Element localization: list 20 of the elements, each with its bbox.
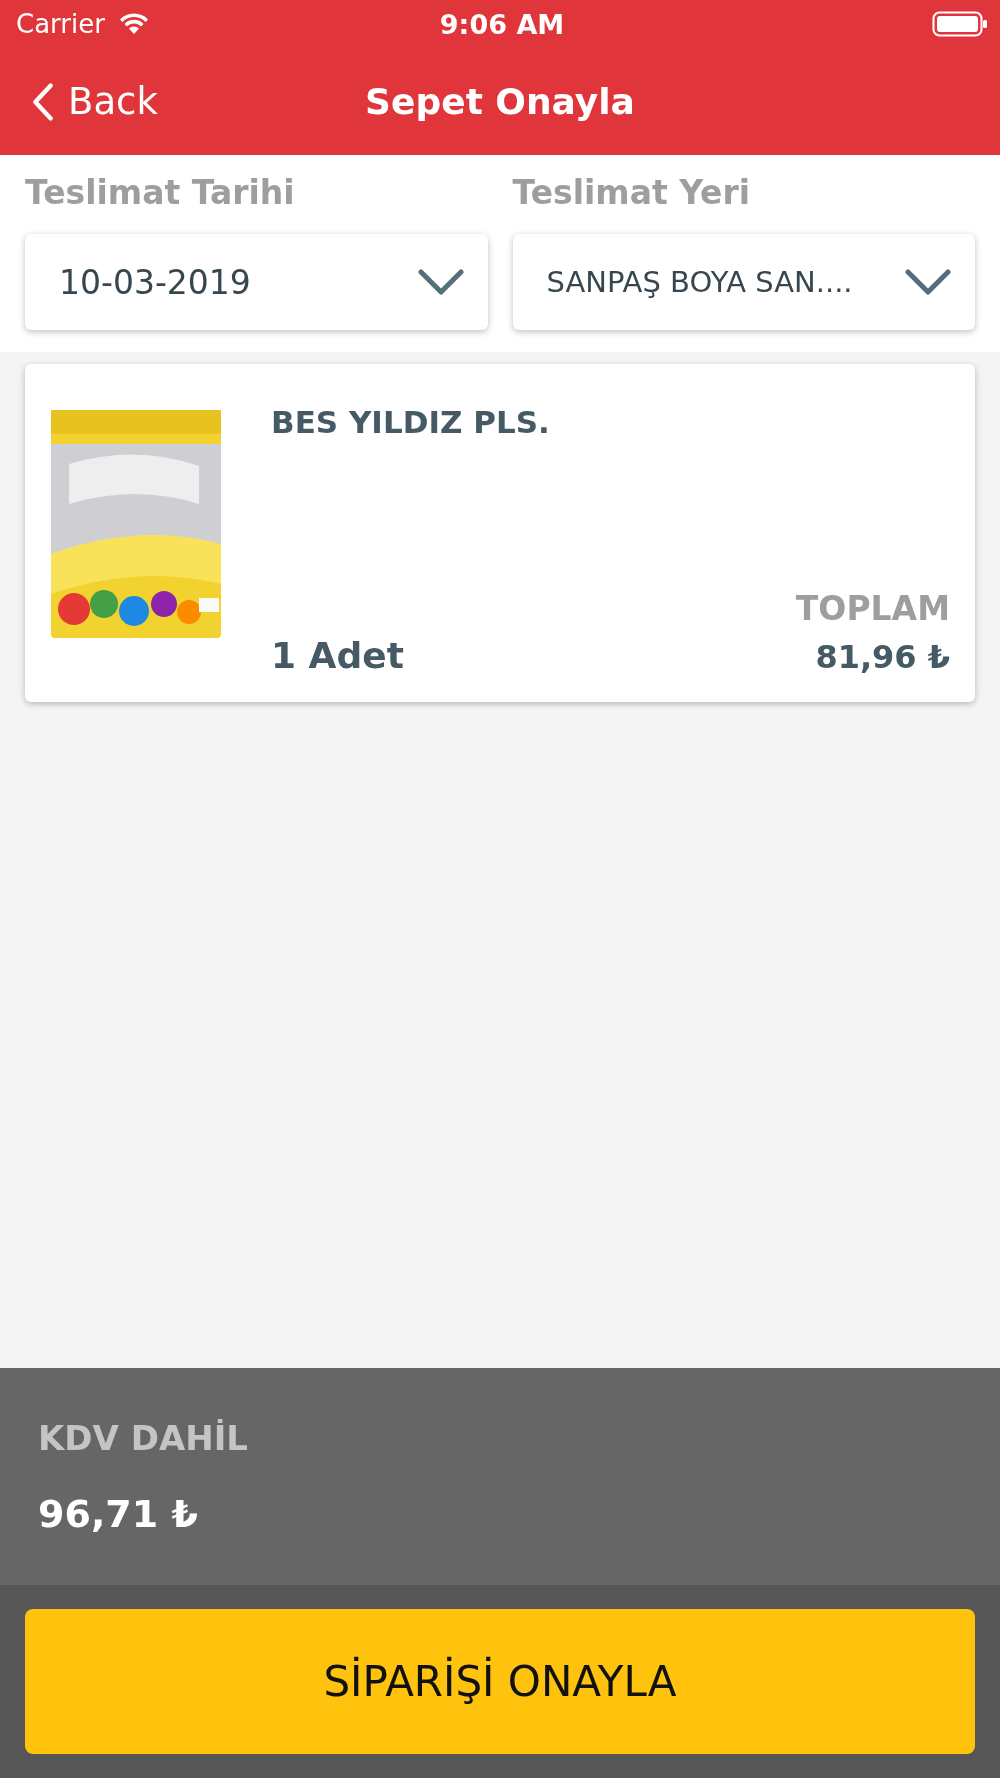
- confirm-order-button[interactable]: SİPARİŞİ ONAYLA: [25, 1609, 975, 1754]
- wifi-icon: [118, 13, 149, 35]
- status-time: 9:06 AM: [439, 8, 565, 40]
- field-label: Teslimat Tarihi: [25, 173, 296, 212]
- dropdown-field[interactable]: SANPAŞ BOYA SAN....: [512, 234, 975, 330]
- battery-icon: [932, 11, 988, 37]
- tax-label: KDV DAHİL: [38, 1418, 250, 1458]
- product-name: BES YILDIZ PLS.: [271, 404, 551, 440]
- dropdown-field[interactable]: 10-03-2019: [25, 234, 488, 330]
- back-button[interactable]: Back: [0, 80, 158, 123]
- screen-title: Sepet Onayla: [365, 81, 635, 122]
- field-label: Teslimat Yeri: [512, 173, 752, 212]
- total-label: TOPLAM: [795, 589, 950, 628]
- carrier-name: Carrier: [16, 9, 105, 39]
- chevron-left-icon: [32, 81, 54, 122]
- quantity-text: 1 Adet: [271, 635, 404, 676]
- chevron-down-icon: [905, 268, 951, 296]
- total-amount: 96,71 ₺: [38, 1492, 199, 1536]
- chevron-down-icon: [417, 268, 464, 296]
- total-price: 81,96 ₺: [814, 638, 950, 676]
